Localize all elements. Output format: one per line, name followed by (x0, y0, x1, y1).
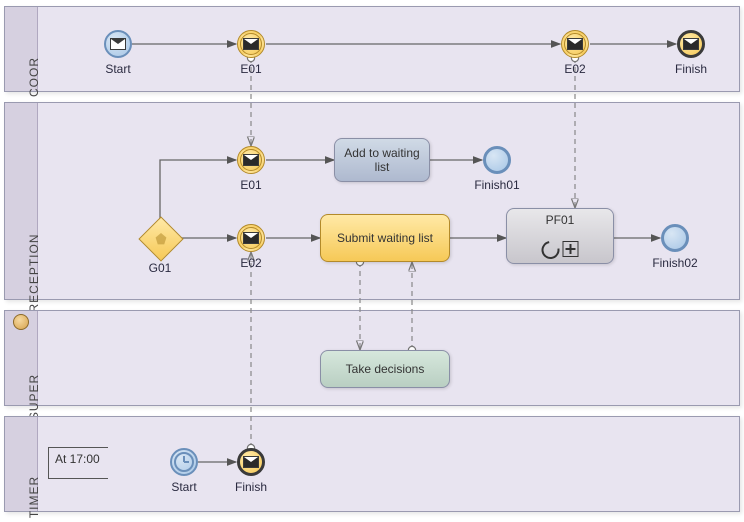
reception-finish01-label: Finish01 (462, 178, 532, 192)
subprocess-markers (542, 241, 579, 259)
coor-start-label: Start (83, 62, 153, 76)
task-add-to-waiting-list[interactable]: Add to waiting list (334, 138, 430, 182)
subprocess-pf01[interactable]: PF01 (506, 208, 614, 264)
lane-head-coor: COOR (5, 7, 38, 91)
subprocess-label: PF01 (507, 213, 613, 227)
task-take-decisions[interactable]: Take decisions (320, 350, 450, 388)
annotation-text: At 17:00 (55, 452, 100, 466)
envelope-icon (243, 232, 259, 244)
lane-head-timer: TIMER (5, 417, 38, 511)
loop-marker-icon (538, 237, 563, 262)
task-label: Submit waiting list (337, 231, 433, 245)
envelope-icon (567, 38, 583, 50)
envelope-icon (243, 38, 259, 50)
pentagon-icon (155, 233, 167, 245)
lane-head-reception: RECEPTION (5, 103, 38, 299)
coor-e02-label: E02 (540, 62, 610, 76)
reception-e02-event[interactable] (237, 224, 265, 252)
lane-title-reception: RECEPTION (27, 233, 41, 312)
clock-icon (174, 452, 194, 472)
diagram-canvas: COOR RECEPTION SUPER TIMER (0, 0, 744, 522)
annotation-at-1700: At 17:00 (48, 447, 108, 479)
lane-head-super: SUPER (5, 311, 38, 405)
coor-finish-event[interactable] (677, 30, 705, 58)
expand-marker-icon (563, 241, 579, 257)
lane-reception: RECEPTION (4, 102, 740, 300)
lane-title-timer: TIMER (27, 476, 41, 518)
reception-finish01-event[interactable] (483, 146, 511, 174)
task-label: Add to waiting list (341, 146, 423, 174)
coor-finish-label: Finish (656, 62, 726, 76)
envelope-icon (243, 154, 259, 166)
envelope-icon (243, 456, 259, 468)
lane-title-coor: COOR (27, 57, 41, 97)
coor-e01-label: E01 (216, 62, 286, 76)
coor-e01-event[interactable] (237, 30, 265, 58)
reception-finish02-label: Finish02 (640, 256, 710, 270)
task-submit-waiting-list[interactable]: Submit waiting list (320, 214, 450, 262)
lane-title-super: SUPER (27, 374, 41, 420)
lane-timer: TIMER (4, 416, 740, 512)
reception-finish02-event[interactable] (661, 224, 689, 252)
timer-start-label: Start (149, 480, 219, 494)
coor-e02-event[interactable] (561, 30, 589, 58)
reception-e01-label: E01 (216, 178, 286, 192)
reception-e02-label: E02 (216, 256, 286, 270)
reception-e01-event[interactable] (237, 146, 265, 174)
envelope-icon (110, 38, 126, 50)
gateway-g01-label: G01 (125, 261, 195, 275)
timer-finish-event[interactable] (237, 448, 265, 476)
envelope-icon (683, 38, 699, 50)
timer-finish-label: Finish (216, 480, 286, 494)
timer-start-event[interactable] (170, 448, 198, 476)
coor-start-event[interactable] (104, 30, 132, 58)
task-label: Take decisions (346, 362, 425, 376)
